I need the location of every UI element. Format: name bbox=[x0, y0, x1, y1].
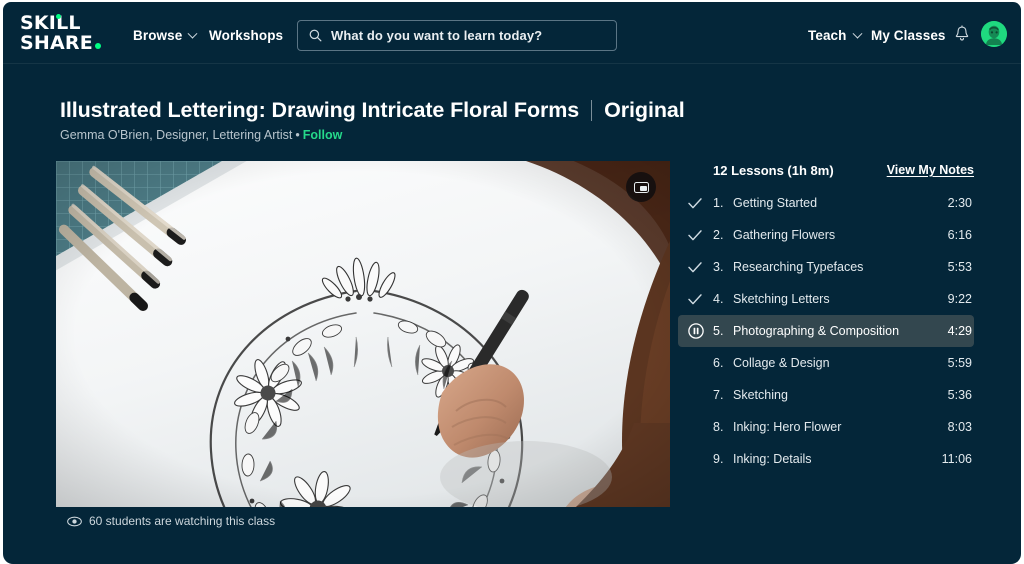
lesson-number: 8. bbox=[713, 420, 733, 434]
lesson-row[interactable]: 7.Sketching5:36 bbox=[678, 379, 974, 411]
title-divider bbox=[591, 100, 592, 121]
lessons-header: 12 Lessons (1h 8m) View My Notes bbox=[678, 161, 974, 185]
lesson-row[interactable]: 5.Photographing & Composition4:29 bbox=[678, 315, 974, 347]
lesson-duration: 6:16 bbox=[948, 228, 974, 242]
logo-line-1: SKILL bbox=[20, 13, 125, 33]
check-icon bbox=[688, 230, 702, 241]
lesson-duration: 4:29 bbox=[948, 324, 974, 338]
lesson-status bbox=[678, 294, 713, 305]
nav-browse-label: Browse bbox=[133, 28, 182, 43]
lesson-status bbox=[678, 262, 713, 273]
lesson-number: 1. bbox=[713, 196, 733, 210]
search-icon bbox=[309, 29, 322, 42]
nav-item-my-classes[interactable]: My Classes bbox=[871, 28, 946, 43]
lesson-number: 3. bbox=[713, 260, 733, 274]
lesson-number: 7. bbox=[713, 388, 733, 402]
skillshare-logo[interactable]: SKILL SHARE bbox=[20, 13, 125, 55]
nav-my-classes-label: My Classes bbox=[871, 28, 946, 43]
logo-green-dot-icon bbox=[56, 14, 61, 19]
lesson-duration: 5:53 bbox=[948, 260, 974, 274]
avatar-face-icon bbox=[981, 21, 1007, 47]
lesson-title: Sketching bbox=[733, 388, 948, 402]
byline-bullet: • bbox=[295, 128, 299, 142]
pause-icon bbox=[688, 323, 704, 339]
logo-line-2: SHARE bbox=[20, 33, 125, 53]
lesson-status bbox=[678, 230, 713, 241]
video-player[interactable] bbox=[56, 161, 670, 507]
check-icon bbox=[688, 198, 702, 209]
lesson-duration: 2:30 bbox=[948, 196, 974, 210]
lesson-row[interactable]: 6.Collage & Design5:59 bbox=[678, 347, 974, 379]
lesson-title: Researching Typefaces bbox=[733, 260, 948, 274]
lesson-duration: 5:36 bbox=[948, 388, 974, 402]
app-page: SKILL SHARE Browse Workshops What do you… bbox=[3, 2, 1021, 564]
lesson-number: 6. bbox=[713, 356, 733, 370]
lessons-panel: 12 Lessons (1h 8m) View My Notes 1.Getti… bbox=[678, 161, 974, 185]
lesson-title: Inking: Details bbox=[733, 452, 942, 466]
lesson-title: Inking: Hero Flower bbox=[733, 420, 948, 434]
nav-workshops-label: Workshops bbox=[209, 28, 283, 43]
lesson-duration: 9:22 bbox=[948, 292, 974, 306]
logo-green-period-icon bbox=[95, 43, 101, 49]
logo-text-share: SHARE bbox=[20, 32, 93, 54]
mini-player-icon bbox=[634, 182, 649, 193]
lesson-title: Gathering Flowers bbox=[733, 228, 948, 242]
class-title: Illustrated Lettering: Drawing Intricate… bbox=[60, 98, 579, 123]
lesson-number: 9. bbox=[713, 452, 733, 466]
page-title: Illustrated Lettering: Drawing Intricate… bbox=[60, 98, 685, 123]
avatar[interactable] bbox=[981, 21, 1007, 47]
class-original-badge: Original bbox=[604, 98, 684, 123]
chevron-down-icon bbox=[188, 29, 198, 39]
nav-teach-label: Teach bbox=[808, 28, 847, 43]
lessons-count-label: 12 Lessons (1h 8m) bbox=[713, 163, 834, 178]
lesson-title: Collage & Design bbox=[733, 356, 948, 370]
video-frame-image bbox=[56, 161, 670, 507]
lesson-row[interactable]: 3.Researching Typefaces5:53 bbox=[678, 251, 974, 283]
lesson-row[interactable]: 4.Sketching Letters9:22 bbox=[678, 283, 974, 315]
bell-icon[interactable] bbox=[954, 25, 970, 42]
follow-button[interactable]: Follow bbox=[303, 128, 343, 142]
instructor-name: Gemma O'Brien, Designer, Lettering Artis… bbox=[60, 128, 292, 142]
lesson-row[interactable]: 9.Inking: Details11:06 bbox=[678, 443, 974, 475]
search-placeholder-text: What do you want to learn today? bbox=[331, 28, 542, 43]
instructor-byline: Gemma O'Brien, Designer, Lettering Artis… bbox=[60, 128, 342, 142]
lesson-row[interactable]: 2.Gathering Flowers6:16 bbox=[678, 219, 974, 251]
lesson-row[interactable]: 8.Inking: Hero Flower8:03 bbox=[678, 411, 974, 443]
chevron-down-icon bbox=[852, 29, 862, 39]
eye-icon bbox=[67, 516, 82, 527]
lesson-title: Photographing & Composition bbox=[733, 324, 948, 338]
search-input[interactable]: What do you want to learn today? bbox=[297, 20, 617, 51]
logo-text-skill: SKILL bbox=[20, 12, 81, 34]
nav-item-workshops[interactable]: Workshops bbox=[209, 28, 283, 43]
lesson-number: 4. bbox=[713, 292, 733, 306]
lesson-duration: 11:06 bbox=[942, 452, 974, 466]
check-icon bbox=[688, 262, 702, 273]
nav-item-teach[interactable]: Teach bbox=[808, 28, 861, 43]
lesson-title: Getting Started bbox=[733, 196, 948, 210]
check-icon bbox=[688, 294, 702, 305]
mini-player-button[interactable] bbox=[626, 172, 656, 202]
lesson-duration: 5:59 bbox=[948, 356, 974, 370]
lesson-title: Sketching Letters bbox=[733, 292, 948, 306]
lesson-number: 2. bbox=[713, 228, 733, 242]
site-header: SKILL SHARE Browse Workshops What do you… bbox=[3, 2, 1021, 64]
lesson-number: 5. bbox=[713, 324, 733, 338]
watching-status: 60 students are watching this class bbox=[67, 514, 275, 528]
lesson-row[interactable]: 1.Getting Started2:30 bbox=[678, 187, 974, 219]
nav-item-browse[interactable]: Browse bbox=[133, 28, 196, 43]
lesson-duration: 8:03 bbox=[948, 420, 974, 434]
lesson-status bbox=[678, 323, 713, 339]
view-my-notes-link[interactable]: View My Notes bbox=[887, 163, 974, 177]
watching-text: 60 students are watching this class bbox=[89, 514, 275, 528]
lesson-status bbox=[678, 198, 713, 209]
lessons-list: 1.Getting Started2:302.Gathering Flowers… bbox=[678, 187, 974, 475]
